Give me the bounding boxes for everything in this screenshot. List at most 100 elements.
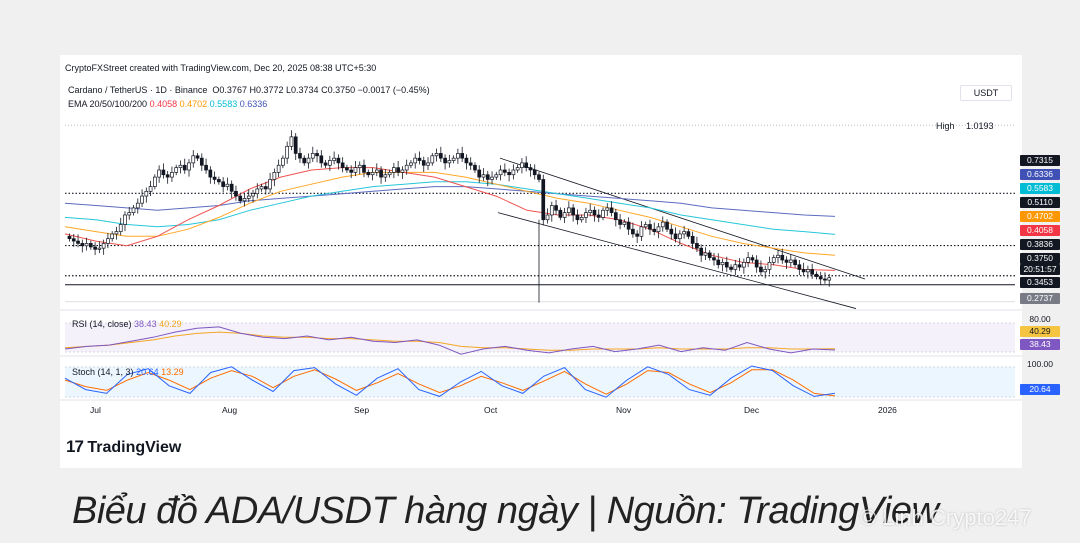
candle-body: [631, 228, 635, 235]
price-chart[interactable]: Jul Aug Sep Oct Nov Dec 2026: [60, 55, 1022, 468]
candle-body: [788, 259, 793, 263]
candle-body: [426, 162, 430, 166]
indicator-tag: 40.29: [1020, 326, 1060, 337]
high-value: 1.0193: [966, 121, 994, 131]
candle-body: [592, 209, 597, 216]
candle-body: [144, 190, 149, 197]
candle-body: [392, 167, 396, 173]
symbol-name[interactable]: Cardano / TetherUS · 1D · Binance: [68, 85, 207, 95]
tradingview-logo[interactable]: 17 TradingView: [66, 437, 181, 457]
candle-body: [310, 153, 315, 159]
candle-body: [140, 195, 144, 204]
price-tag: 0.4058: [1020, 225, 1060, 236]
candle-body: [601, 209, 605, 218]
currency-button[interactable]: USDT: [960, 85, 1012, 101]
candle-body: [613, 212, 618, 221]
candle-body: [481, 174, 486, 178]
candle-body: [507, 172, 511, 176]
candle-body: [80, 243, 85, 247]
tradingview-brand: TradingView: [87, 439, 182, 456]
candle-body: [178, 164, 183, 168]
candle-body: [605, 207, 610, 211]
candle-body: [567, 207, 571, 213]
candle-body: [682, 231, 686, 235]
price-tag: 0.6336: [1020, 169, 1060, 180]
candle-body: [695, 243, 699, 249]
indicator-tag: 80.00: [1029, 314, 1051, 324]
x-tick-label: Oct: [484, 405, 498, 415]
candle-body: [537, 174, 541, 180]
chart-card: Jul Aug Sep Oct Nov Dec 2026 CryptoFXStreet cr…: [60, 55, 1060, 468]
candle-body: [784, 259, 789, 263]
candle-body: [750, 257, 755, 261]
stoch-legend: Stoch (14, 1, 3) 20.64 13.29: [72, 367, 184, 377]
price-tag: 0.4702: [1020, 211, 1060, 222]
candle-body: [460, 153, 465, 159]
ema-legend[interactable]: EMA 20/50/100/200 0.4058 0.4702 0.5583 0…: [68, 99, 267, 109]
candle-body: [549, 205, 554, 216]
candle-body: [379, 169, 383, 178]
candle-body: [289, 136, 294, 147]
candle-body: [763, 269, 768, 273]
stoch-band: [65, 367, 1015, 397]
candle-body: [383, 174, 388, 178]
candle-body: [643, 224, 648, 228]
candle-body: [298, 153, 302, 159]
candle-body: [114, 231, 119, 235]
candle-body: [182, 164, 187, 171]
candle-body: [677, 233, 682, 240]
candle-body: [417, 157, 422, 161]
candle-body: [285, 145, 290, 159]
candle-body: [208, 169, 213, 178]
candle-body: [204, 164, 208, 171]
ohlc-high: H0.3772: [249, 85, 284, 95]
candle-body: [669, 228, 674, 235]
candle-body: [729, 266, 733, 270]
stoch-k-value: 20.64: [136, 367, 159, 377]
candle-body: [716, 259, 721, 266]
candle-body: [494, 174, 499, 178]
candle-body: [503, 169, 507, 173]
candle-body: [396, 167, 400, 173]
candle-body: [464, 157, 469, 164]
price-tag: 0.7315: [1020, 155, 1060, 166]
candle-body: [579, 217, 584, 221]
candle-body: [660, 221, 665, 228]
candle-body: [170, 172, 174, 178]
candle-body: [404, 164, 409, 171]
ohlc-close: C0.3750: [321, 85, 356, 95]
candle-body: [84, 243, 89, 247]
x-tick-label: Nov: [616, 405, 632, 415]
candle-body: [123, 214, 127, 225]
candle-body: [110, 233, 115, 240]
candle-body: [733, 264, 738, 270]
candle-body: [776, 254, 780, 258]
candle-body: [771, 257, 776, 263]
candle-body: [153, 176, 157, 187]
candle-body: [195, 155, 200, 159]
candle-body: [626, 221, 631, 230]
rsi-ma-value: 40.29: [159, 319, 182, 329]
candle-body: [276, 164, 281, 173]
candle-body: [532, 169, 537, 176]
candle-body: [357, 164, 362, 168]
ohlc-open: O0.3767: [212, 85, 247, 95]
candle-body: [558, 209, 563, 218]
rsi-value: 38.43: [134, 319, 157, 329]
candle-body: [336, 157, 341, 164]
candle-body: [413, 157, 418, 164]
indicator-tag: 38.43: [1020, 339, 1060, 350]
candle-body: [302, 157, 307, 164]
symbol-line: Cardano / TetherUS · 1D · Binance O0.376…: [68, 85, 430, 95]
ema200-line: [64, 186, 836, 217]
price-tag: 0.3750: [1020, 253, 1060, 264]
candle-body: [648, 224, 652, 230]
candle-body: [387, 172, 392, 176]
candle-body: [225, 183, 230, 187]
candle-body: [349, 169, 354, 173]
candle-body: [609, 207, 614, 213]
candle-body: [686, 231, 691, 237]
candle-body: [801, 269, 806, 273]
ohlc-change: −0.0017 (−0.45%): [357, 85, 430, 95]
stoch-label: Stoch (14, 1, 3): [72, 367, 134, 377]
